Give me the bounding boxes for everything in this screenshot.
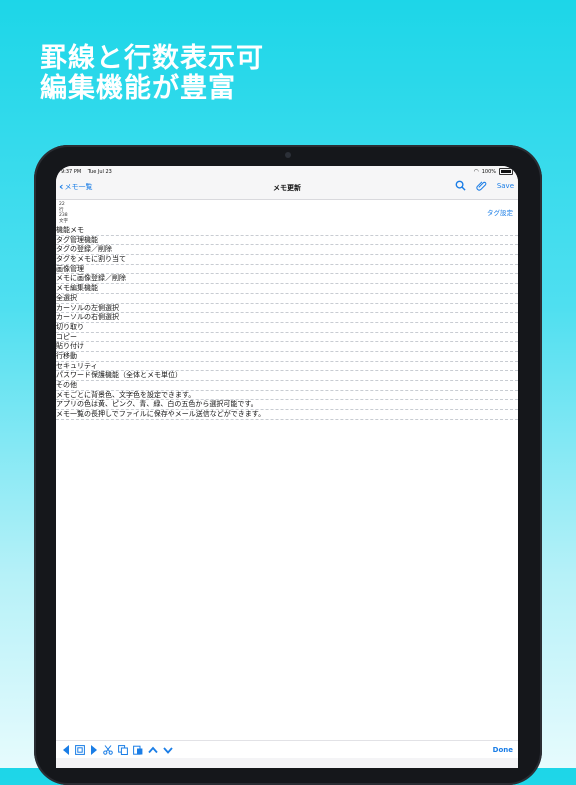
memo-line: タグの登録／削除 bbox=[56, 245, 518, 256]
memo-line: カーソルの右側選択 bbox=[56, 313, 518, 323]
memo-line: コピー bbox=[56, 333, 518, 343]
move-right-icon[interactable] bbox=[90, 745, 98, 755]
status-time: 9:37 PM bbox=[61, 168, 82, 175]
move-left-icon[interactable] bbox=[62, 745, 70, 755]
memo-line: 貼り付け bbox=[56, 342, 518, 352]
attachment-icon[interactable] bbox=[476, 180, 487, 191]
front-camera bbox=[285, 152, 291, 158]
promo-headline: 罫線と行数表示可 編集機能が豊富 bbox=[40, 44, 264, 104]
char-total: 238 bbox=[59, 213, 68, 218]
line-down-icon[interactable] bbox=[163, 745, 173, 755]
char-unit: 文字 bbox=[59, 218, 68, 224]
memo-line: 機能メモ bbox=[56, 226, 518, 236]
memo-line: その他 bbox=[56, 381, 518, 391]
memo-line: タグをメモに割り当て bbox=[56, 255, 518, 265]
navigation-bar: ‹ メモ一覧 メモ更新 Save bbox=[56, 177, 518, 200]
status-bar: 9:37 PM Tue Jul 23 ◠ 100% bbox=[56, 166, 518, 177]
line-up-icon[interactable] bbox=[148, 745, 158, 755]
memo-line: パスワード保護機能（全体とメモ単位） bbox=[56, 371, 518, 381]
edit-toolbar: Done bbox=[56, 740, 518, 759]
status-date: Tue Jul 23 bbox=[87, 168, 112, 175]
memo-line: 全選択 bbox=[56, 294, 518, 304]
done-button[interactable]: Done bbox=[493, 746, 513, 754]
promo-line-2: 編集機能が豊富 bbox=[40, 73, 236, 104]
save-button[interactable]: Save bbox=[497, 182, 514, 190]
battery-icon bbox=[499, 168, 513, 175]
battery-percent: 100% bbox=[481, 168, 496, 175]
copy-icon[interactable] bbox=[118, 745, 128, 755]
memo-line: メモに画像登録／削除 bbox=[56, 274, 518, 285]
memo-line: メモ編集機能 bbox=[56, 284, 518, 294]
line-char-counter: 22 行 238 文字 bbox=[59, 202, 68, 224]
memo-line: メモ一覧の長押しでファイルに保存やメール送信などができます。 bbox=[56, 410, 518, 420]
page-title: メモ更新 bbox=[273, 184, 301, 192]
memo-line: 切り取り bbox=[56, 323, 518, 333]
memo-line: 画像管理 bbox=[56, 265, 518, 275]
search-icon[interactable] bbox=[455, 180, 466, 191]
memo-line: メモごとに背景色、文字色を設定できます。 bbox=[56, 391, 518, 401]
cut-icon[interactable] bbox=[103, 745, 113, 755]
paste-icon[interactable] bbox=[133, 745, 143, 755]
memo-line: カーソルの左側選択 bbox=[56, 304, 518, 314]
app-screen: 9:37 PM Tue Jul 23 ◠ 100% ‹ メモ一覧 メモ更新 Sa… bbox=[56, 166, 518, 768]
tag-settings-button[interactable]: タグ設定 bbox=[487, 207, 513, 217]
memo-line: 行移動 bbox=[56, 352, 518, 362]
memo-line: アプリの色は黄、ピンク、青、緑、白の五色から選択可能です。 bbox=[56, 400, 518, 411]
wifi-icon: ◠ bbox=[473, 168, 479, 175]
select-all-icon[interactable] bbox=[75, 745, 85, 755]
keyboard-area bbox=[56, 758, 518, 768]
promo-line-1: 罫線と行数表示可 bbox=[40, 43, 264, 74]
memo-line: セキュリティ bbox=[56, 362, 518, 372]
memo-text-area[interactable]: 機能メモ タグ管理機能 タグの登録／削除 タグをメモに割り当て 画像管理 メモに… bbox=[56, 226, 518, 420]
memo-line: タグ管理機能 bbox=[56, 236, 518, 246]
